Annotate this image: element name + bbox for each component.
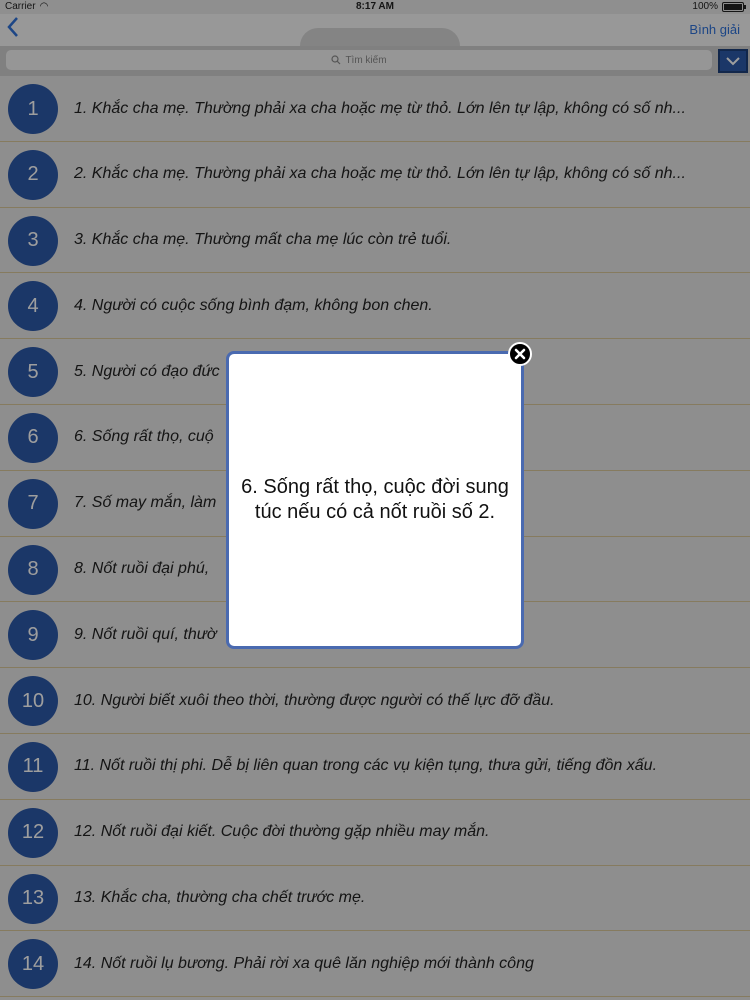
detail-popup: 6. Sống rất thọ, cuộc đời sung túc nếu c… (226, 351, 524, 649)
popup-text: 6. Sống rất thọ, cuộc đời sung túc nếu c… (241, 476, 509, 523)
close-icon[interactable] (508, 342, 532, 366)
